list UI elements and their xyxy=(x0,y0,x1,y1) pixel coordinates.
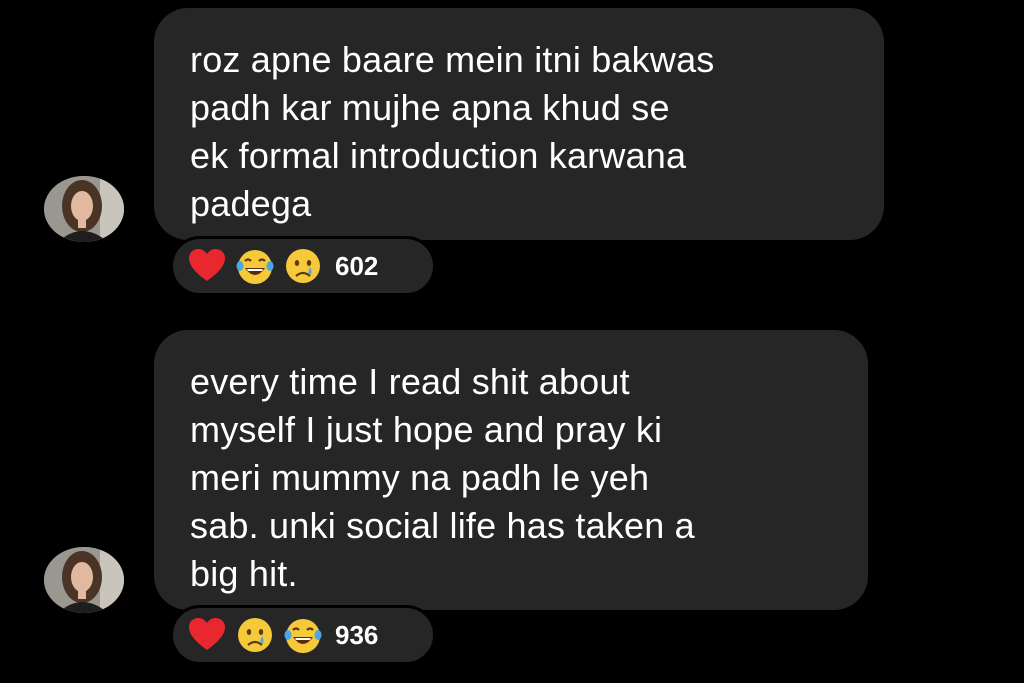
heart-icon xyxy=(189,249,225,281)
comment-bubble[interactable]: every time I read shit about myself I ju… xyxy=(154,330,868,610)
comment-text-line: ek formal introduction karwana xyxy=(190,135,687,176)
laughing-face-icon xyxy=(284,619,322,653)
avatar[interactable] xyxy=(44,176,124,242)
comment-text-line: padh kar mujhe apna khud se xyxy=(190,87,670,128)
comment-text-line: meri mummy na padh le yeh xyxy=(190,457,650,498)
comment-text-line: every time I read shit about xyxy=(190,361,630,402)
laughing-face-icon xyxy=(236,250,274,284)
reactions-pill[interactable]: 936 xyxy=(170,605,436,665)
heart-icon xyxy=(189,618,225,650)
comment-text-line: roz apne baare mein itni bakwas xyxy=(190,39,715,80)
comment-text-line: sab. unki social life has taken a xyxy=(190,505,695,546)
comment-text-line: myself I just hope and pray ki xyxy=(190,409,663,450)
crying-face-icon xyxy=(238,618,272,652)
comment-text-line: big hit. xyxy=(190,553,298,594)
avatar-photo xyxy=(44,547,124,613)
reactions-pill[interactable]: 602 xyxy=(170,236,436,296)
reaction-count: 602 xyxy=(335,250,379,281)
comment-bubble[interactable]: roz apne baare mein itni bakwas padh kar… xyxy=(154,8,884,240)
avatar-photo xyxy=(44,176,124,242)
reaction-count: 936 xyxy=(335,619,379,650)
crying-face-icon xyxy=(286,249,320,283)
avatar[interactable] xyxy=(44,547,124,613)
comment-text-line: padega xyxy=(190,183,312,224)
